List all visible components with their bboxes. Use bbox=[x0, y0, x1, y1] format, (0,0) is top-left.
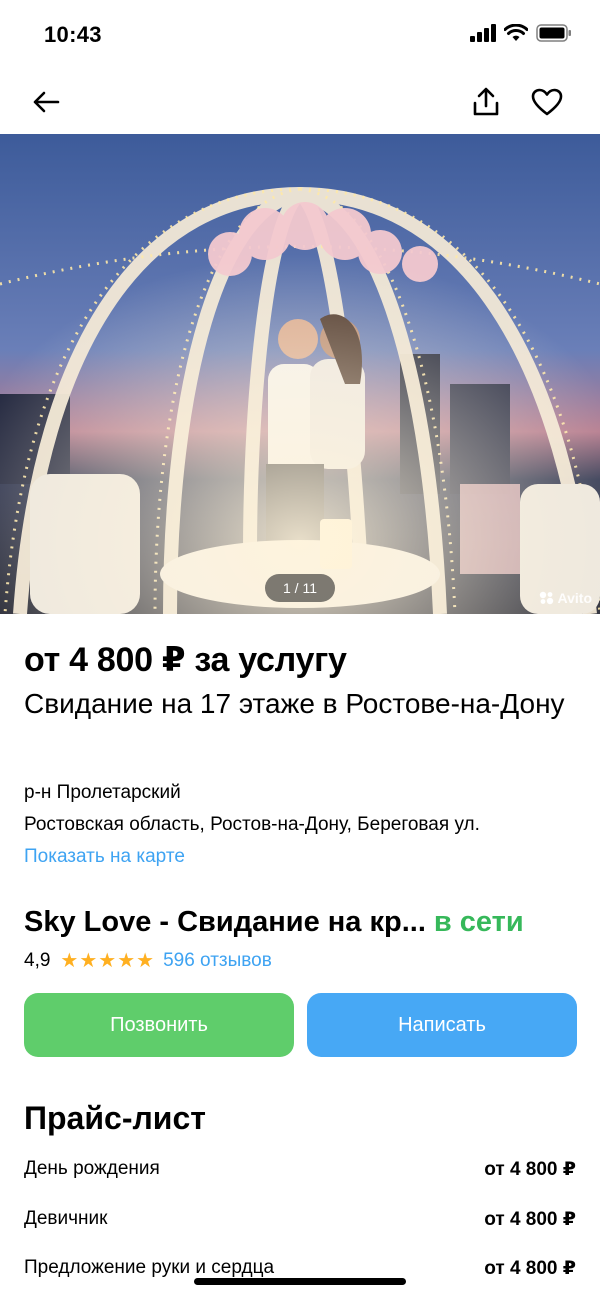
show-on-map-link[interactable]: Показать на карте bbox=[24, 846, 185, 868]
back-arrow-icon bbox=[33, 91, 60, 113]
seller-rating: 4,9 ★★★★★ 596 отзывов bbox=[24, 948, 272, 973]
seller-name[interactable]: Sky Love - Свидание на кр... bbox=[24, 906, 426, 939]
price-list-item: Девичник от 4 800 ₽ bbox=[24, 1208, 576, 1231]
status-bar: 10:43 bbox=[0, 0, 600, 70]
call-button[interactable]: Позвонить bbox=[24, 993, 294, 1057]
avito-logo-icon bbox=[539, 591, 553, 605]
status-icons bbox=[470, 24, 572, 42]
price-list-title: Прайс-лист bbox=[24, 1100, 206, 1136]
share-icon bbox=[473, 87, 499, 116]
favorite-heart-icon bbox=[531, 88, 563, 116]
price-list-item: Предложение руки и сердца от 4 800 ₽ bbox=[24, 1257, 576, 1280]
listing-district: р-н Пролетарский bbox=[24, 782, 181, 803]
battery-icon bbox=[536, 24, 571, 42]
navigation-bar bbox=[0, 70, 600, 134]
price-list-item: День рождения от 4 800 ₽ bbox=[24, 1158, 576, 1181]
online-status: в сети bbox=[433, 906, 524, 938]
photo-counter: 1 / 11 bbox=[265, 574, 335, 602]
price-item-name: Предложение руки и сердца bbox=[24, 1257, 275, 1278]
seller-header[interactable]: Sky Love - Свидание на кр... в сети bbox=[24, 906, 576, 939]
price-item-value: от 4 800 ₽ bbox=[484, 1258, 576, 1279]
signal-icon bbox=[470, 24, 496, 42]
share-button[interactable] bbox=[466, 82, 506, 122]
rating-value: 4,9 bbox=[24, 949, 51, 971]
listing-title: Свидание на 17 этаже в Ростове-на-Дону bbox=[24, 688, 565, 719]
wifi-icon bbox=[504, 24, 528, 41]
price-item-name: Девичник bbox=[24, 1208, 108, 1229]
back-button[interactable] bbox=[26, 82, 66, 122]
watermark-text: Avito bbox=[557, 590, 592, 606]
rating-stars-icon: ★★★★★ bbox=[60, 950, 156, 972]
listing-photo bbox=[0, 134, 600, 614]
favorite-button[interactable] bbox=[527, 82, 567, 122]
price-item-value: от 4 800 ₽ bbox=[484, 1159, 576, 1180]
status-time: 10:43 bbox=[44, 22, 102, 47]
listing-address: Ростовская область, Ростов-на-Дону, Бере… bbox=[24, 814, 480, 835]
photo-gallery[interactable] bbox=[0, 134, 600, 614]
price-item-value: от 4 800 ₽ bbox=[484, 1209, 576, 1230]
reviews-link[interactable]: 596 отзывов bbox=[163, 950, 272, 972]
price-item-name: День рождения bbox=[24, 1158, 160, 1179]
write-button[interactable]: Написать bbox=[307, 993, 577, 1057]
home-indicator[interactable] bbox=[194, 1278, 406, 1285]
listing-price: от 4 800 ₽ за услугу bbox=[24, 641, 347, 679]
avito-watermark: Avito bbox=[539, 590, 592, 606]
